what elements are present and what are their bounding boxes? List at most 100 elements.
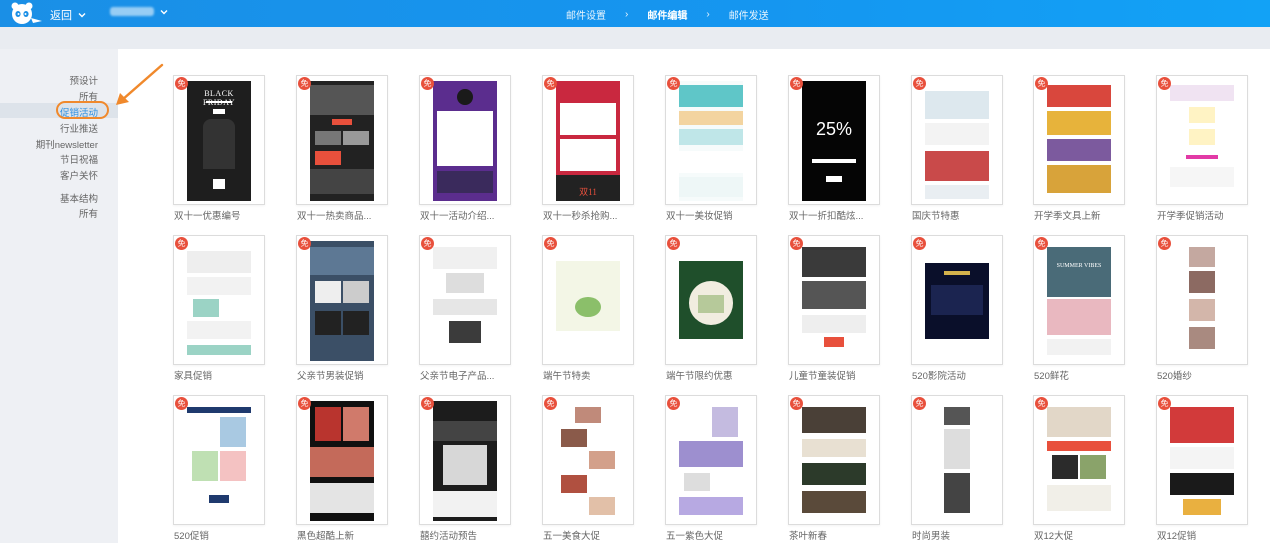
template-name: 双十一热卖商品... xyxy=(297,211,372,222)
step-email-settings[interactable]: 邮件设置 xyxy=(566,7,606,22)
template-name: 双12大促 xyxy=(1034,531,1074,542)
free-badge: 免 xyxy=(175,77,188,90)
template-card[interactable]: 免 xyxy=(788,395,880,525)
template-card[interactable]: 免 xyxy=(911,235,1003,365)
template-card[interactable]: 免 xyxy=(419,75,511,205)
free-badge: 免 xyxy=(298,77,311,90)
sidebar-item-customer-care[interactable]: 客户关怀 xyxy=(60,168,98,182)
free-badge: 免 xyxy=(1158,77,1171,90)
template-thumbnail xyxy=(187,401,251,521)
sidebar-item-basic-structure[interactable]: 基本结构 xyxy=(60,191,98,205)
template-thumbnail xyxy=(1170,241,1234,361)
free-badge: 免 xyxy=(913,397,926,410)
template-card[interactable]: 免 BLACK FRIDAY xyxy=(173,75,265,205)
template-thumbnail xyxy=(679,401,743,521)
template-thumbnail xyxy=(433,401,497,521)
template-card[interactable]: 免 xyxy=(1156,75,1248,205)
template-card[interactable]: 免 xyxy=(665,395,757,525)
template-name: 双12促销 xyxy=(1157,531,1197,542)
template-thumbnail xyxy=(1170,81,1234,201)
toolbar-strip xyxy=(0,27,1270,49)
template-name: 父亲节电子产品... xyxy=(420,371,495,382)
template-thumbnail xyxy=(925,241,989,361)
template-card[interactable]: 免 xyxy=(1033,75,1125,205)
template-thumbnail xyxy=(1047,81,1111,201)
template-card[interactable]: 免 25% xyxy=(788,75,880,205)
step-email-send[interactable]: 邮件发送 xyxy=(729,7,769,22)
template-card[interactable]: 免 xyxy=(542,395,634,525)
sidebar-item-all-basic[interactable]: 所有 xyxy=(79,206,98,220)
free-badge: 免 xyxy=(175,237,188,250)
template-thumbnail: 双11 xyxy=(556,81,620,201)
free-badge: 免 xyxy=(913,237,926,250)
template-thumbnail xyxy=(310,241,374,361)
template-card[interactable]: 免 xyxy=(1156,395,1248,525)
free-badge: 免 xyxy=(544,77,557,90)
template-card[interactable]: 免 xyxy=(665,235,757,365)
template-name: 双十一美妆促销 xyxy=(666,211,733,222)
template-name: 黑色超酷上新 xyxy=(297,531,355,542)
annotation-highlight-ring xyxy=(56,101,109,119)
template-card[interactable]: 免 xyxy=(419,395,511,525)
template-card[interactable]: 免 xyxy=(296,395,388,525)
template-thumbnail xyxy=(310,401,374,521)
template-card[interactable]: 免 xyxy=(911,75,1003,205)
free-badge: 免 xyxy=(667,237,680,250)
template-thumbnail xyxy=(802,401,866,521)
account-dropdown[interactable] xyxy=(110,7,168,16)
template-thumbnail xyxy=(925,81,989,201)
template-name: 五一紫色大促 xyxy=(666,531,724,542)
template-card[interactable]: 免 xyxy=(665,75,757,205)
account-name-redacted xyxy=(110,7,154,16)
template-name: 茶叶新春 xyxy=(789,531,828,542)
category-sidebar: 预设计 所有 促销活动 行业推送 期刊newsletter 节日祝福 客户关怀 … xyxy=(0,49,118,543)
template-name: 家具促销 xyxy=(174,371,213,382)
sidebar-item-newsletter[interactable]: 期刊newsletter xyxy=(36,137,98,151)
template-card[interactable]: 免 xyxy=(1156,235,1248,365)
template-card[interactable]: 免 SUMMER VIBES xyxy=(1033,235,1125,365)
template-name: 520影院活动 xyxy=(912,371,966,382)
back-button[interactable]: 返回 xyxy=(50,7,86,23)
sidebar-item-holiday[interactable]: 节日祝福 xyxy=(60,152,98,166)
template-name: 囍约活动预告 xyxy=(420,531,478,542)
template-name: 双十一秒杀抢购... xyxy=(543,211,618,222)
template-card[interactable]: 免 xyxy=(911,395,1003,525)
free-badge: 免 xyxy=(790,237,803,250)
free-badge: 免 xyxy=(298,237,311,250)
template-thumbnail xyxy=(925,401,989,521)
template-name: 端午节特卖 xyxy=(543,371,591,382)
template-card[interactable]: 免 xyxy=(542,235,634,365)
template-card[interactable]: 免 xyxy=(173,235,265,365)
template-name: 520鲜花 xyxy=(1034,371,1069,382)
top-navigation-bar: 返回 邮件设置 › 邮件编辑 › 邮件发送 xyxy=(0,0,1270,27)
free-badge: 免 xyxy=(298,397,311,410)
template-card[interactable]: 免 xyxy=(788,235,880,365)
template-card[interactable]: 免 xyxy=(1033,395,1125,525)
template-name: 五一美食大促 xyxy=(543,531,601,542)
template-card[interactable]: 免 xyxy=(419,235,511,365)
step-breadcrumb: 邮件设置 › 邮件编辑 › 邮件发送 xyxy=(566,7,769,22)
step-separator-icon: › xyxy=(625,9,629,20)
step-email-edit[interactable]: 邮件编辑 xyxy=(647,7,687,22)
free-badge: 免 xyxy=(1035,77,1048,90)
template-name: 国庆节特惠 xyxy=(912,211,960,222)
free-badge: 免 xyxy=(1158,237,1171,250)
panda-logo-icon xyxy=(11,2,42,24)
template-thumbnail xyxy=(556,401,620,521)
template-card[interactable]: 免 xyxy=(173,395,265,525)
free-badge: 免 xyxy=(175,397,188,410)
template-thumbnail xyxy=(310,81,374,201)
template-card[interactable]: 免 xyxy=(296,75,388,205)
annotation-arrow-icon xyxy=(116,63,164,105)
template-card[interactable]: 免双11 xyxy=(542,75,634,205)
chevron-down-icon xyxy=(160,9,168,14)
template-thumbnail xyxy=(802,241,866,361)
template-thumbnail: SUMMER VIBES xyxy=(1047,241,1111,361)
template-name: 双十一活动介绍... xyxy=(420,211,495,222)
free-badge: 免 xyxy=(790,397,803,410)
template-thumbnail xyxy=(433,241,497,361)
template-name: 双十一折扣酷炫... xyxy=(789,211,864,222)
template-card[interactable]: 免 xyxy=(296,235,388,365)
sidebar-item-industry[interactable]: 行业推送 xyxy=(60,121,98,135)
sidebar-item-predesign[interactable]: 预设计 xyxy=(69,73,98,87)
